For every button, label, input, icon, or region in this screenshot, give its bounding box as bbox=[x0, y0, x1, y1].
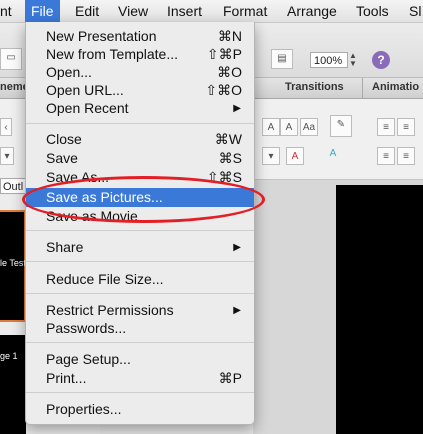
menu-item-label: Close bbox=[46, 131, 82, 147]
menu-item-properties[interactable]: Properties... bbox=[26, 400, 254, 419]
menu-edit[interactable]: Edit bbox=[75, 2, 99, 20]
help-button[interactable]: ? bbox=[372, 51, 390, 69]
menu-separator bbox=[26, 293, 254, 294]
menu-item-label: Page Setup... bbox=[46, 351, 131, 367]
menu-item-label: Restrict Permissions bbox=[46, 302, 174, 318]
menu-item-label: Save as Pictures... bbox=[46, 189, 163, 205]
menu-item-label: Save as Movie bbox=[46, 208, 138, 224]
menu-separator bbox=[26, 123, 254, 124]
slide-thumbnail-text: ge 1 bbox=[0, 351, 18, 361]
menu-item-share[interactable]: Share ▶ bbox=[26, 238, 254, 257]
menu-item-label: Save bbox=[46, 150, 78, 166]
slide-thumbnail-2[interactable]: ge 1 bbox=[0, 335, 26, 434]
menu-item-save[interactable]: Save ⌘S bbox=[26, 149, 254, 168]
menu-arrange[interactable]: Arrange bbox=[287, 2, 337, 20]
menu-item-shortcut: ⌘W bbox=[214, 131, 242, 147]
submenu-arrow-icon: ▶ bbox=[233, 103, 241, 114]
menu-separator bbox=[26, 261, 254, 262]
menu-item-save-as[interactable]: Save As... ⇧⌘S bbox=[26, 168, 254, 187]
menu-format[interactable]: Format bbox=[223, 2, 267, 20]
slide-thumbnail-text: le Test bbox=[0, 258, 26, 268]
save-toolbar-icon[interactable]: ▭ bbox=[0, 48, 22, 70]
menu-item-shortcut: ⌘O bbox=[217, 64, 242, 80]
menu-item-save-as-pictures[interactable]: Save as Pictures... bbox=[26, 188, 254, 207]
case-icon[interactable]: Aa bbox=[300, 118, 318, 136]
menu-tools[interactable]: Tools bbox=[356, 2, 389, 20]
ribbon-scroll-icon[interactable]: ‹ bbox=[0, 118, 12, 136]
indent-icon[interactable]: ≡ bbox=[377, 147, 395, 165]
zoom-stepper-icon[interactable]: ▲ ▼ bbox=[349, 52, 357, 68]
ribbon-dropdown-icon[interactable]: ▾ bbox=[0, 147, 14, 165]
align-left-icon[interactable]: ≡ bbox=[377, 118, 395, 136]
menu-item-reduce-file-size[interactable]: Reduce File Size... bbox=[26, 270, 254, 289]
increase-font-icon[interactable]: A bbox=[262, 118, 280, 136]
text-effects-icon[interactable]: A bbox=[322, 145, 344, 167]
align-center-icon[interactable]: ≡ bbox=[397, 118, 415, 136]
menu-item-label: Share bbox=[46, 239, 84, 255]
menu-item-open[interactable]: Open... ⌘O bbox=[26, 63, 254, 82]
decrease-font-icon[interactable]: A bbox=[280, 118, 298, 136]
menu-item-new-presentation[interactable]: New Presentation ⌘N bbox=[26, 27, 254, 46]
menu-separator bbox=[26, 342, 254, 343]
menu-item-label: Open Recent bbox=[46, 100, 129, 116]
menu-separator bbox=[26, 392, 254, 393]
menu-item-shortcut: ⇧⌘P bbox=[206, 46, 242, 62]
menu-item-new-from-template[interactable]: New from Template... ⇧⌘P bbox=[26, 45, 254, 64]
menu-separator bbox=[26, 230, 254, 231]
slide-thumbnail-1[interactable]: le Test bbox=[0, 210, 26, 322]
tab-animations[interactable]: Animatio bbox=[372, 81, 419, 93]
print-toolbar-icon[interactable]: ▤ bbox=[271, 49, 293, 69]
menu-item-open-url[interactable]: Open URL... ⇧⌘O bbox=[26, 81, 254, 100]
menu-insert[interactable]: Insert bbox=[167, 2, 202, 20]
submenu-arrow-icon: ▶ bbox=[233, 242, 241, 253]
zoom-field[interactable]: 100% bbox=[310, 52, 348, 68]
submenu-arrow-icon: ▶ bbox=[233, 305, 241, 316]
menu-app-name[interactable]: nt bbox=[0, 2, 12, 20]
menu-item-open-recent[interactable]: Open Recent ▶ bbox=[26, 99, 254, 118]
menu-item-label: Open URL... bbox=[46, 82, 124, 98]
menu-item-restrict-permissions[interactable]: Restrict Permissions ▶ bbox=[26, 301, 254, 320]
menu-bar: nt File Edit View Insert Format Arrange … bbox=[0, 0, 423, 23]
clear-format-icon[interactable]: ✎ bbox=[330, 115, 352, 137]
menu-item-save-as-movie[interactable]: Save as Movie bbox=[26, 207, 254, 226]
menu-item-shortcut: ⌘P bbox=[218, 370, 242, 386]
menu-item-shortcut: ⇧⌘S bbox=[206, 169, 242, 185]
menu-item-label: New Presentation bbox=[46, 28, 157, 44]
file-menu: New Presentation ⌘N New from Template...… bbox=[25, 22, 255, 425]
menu-file[interactable]: File bbox=[25, 0, 60, 22]
tab-divider bbox=[362, 78, 363, 98]
font-color-icon[interactable]: A bbox=[286, 147, 304, 165]
font-size-icon[interactable]: ▾ bbox=[262, 147, 280, 165]
menu-item-close[interactable]: Close ⌘W bbox=[26, 130, 254, 149]
menu-item-label: New from Template... bbox=[46, 46, 179, 62]
menu-item-shortcut: ⌘S bbox=[218, 150, 242, 166]
menu-item-label: Reduce File Size... bbox=[46, 271, 164, 287]
menu-item-passwords[interactable]: Passwords... bbox=[26, 319, 254, 338]
menu-item-shortcut: ⌘N bbox=[217, 28, 242, 44]
tab-transitions[interactable]: Transitions bbox=[285, 81, 344, 93]
menu-item-label: Passwords... bbox=[46, 320, 127, 336]
menu-view[interactable]: View bbox=[118, 2, 148, 20]
slide-canvas[interactable] bbox=[336, 185, 423, 434]
outdent-icon[interactable]: ≡ bbox=[397, 147, 415, 165]
menu-item-print[interactable]: Print... ⌘P bbox=[26, 369, 254, 388]
menu-item-shortcut: ⇧⌘O bbox=[205, 82, 242, 98]
menu-slideshow[interactable]: Sl bbox=[409, 2, 421, 20]
menu-item-label: Open... bbox=[46, 64, 92, 80]
menu-item-label: Properties... bbox=[46, 401, 122, 417]
menu-item-page-setup[interactable]: Page Setup... bbox=[26, 350, 254, 369]
menu-item-label: Print... bbox=[46, 370, 87, 386]
menu-item-label: Save As... bbox=[46, 169, 110, 185]
